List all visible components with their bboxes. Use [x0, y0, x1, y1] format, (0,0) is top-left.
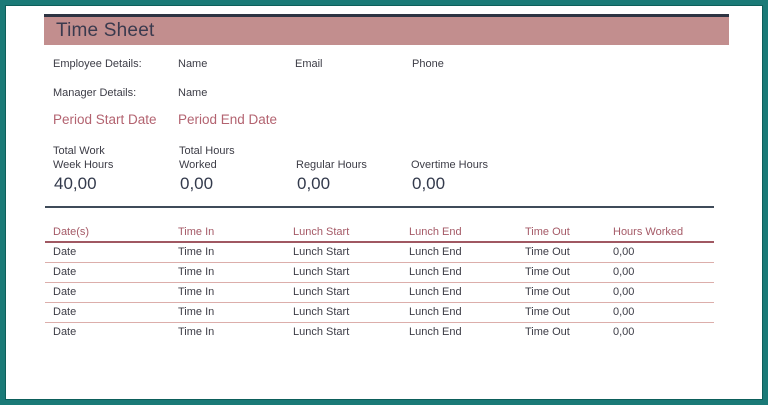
col-header-hours-worked: Hours Worked [613, 226, 684, 238]
total-hours-worked-value[interactable]: 0,00 [180, 174, 213, 194]
employee-name-field[interactable]: Name [178, 58, 207, 70]
time-in-cell[interactable]: Time In [178, 243, 214, 262]
total-work-label-line2: Week Hours [53, 159, 114, 171]
hours-worked-cell[interactable]: 0,00 [613, 303, 634, 322]
col-header-time-out: Time Out [525, 226, 570, 238]
table-row: Date Time In Lunch Start Lunch End Time … [45, 323, 714, 342]
time-out-cell[interactable]: Time Out [525, 303, 570, 322]
date-cell[interactable]: Date [53, 243, 76, 262]
time-out-cell[interactable]: Time Out [525, 323, 570, 342]
col-header-lunch-end: Lunch End [409, 226, 462, 238]
overtime-hours-value[interactable]: 0,00 [412, 174, 445, 194]
table-row: Date Time In Lunch Start Lunch End Time … [45, 303, 714, 323]
period-end-date-field[interactable]: Period End Date [178, 112, 277, 127]
title-band: Time Sheet [44, 14, 729, 45]
regular-hours-value[interactable]: 0,00 [297, 174, 330, 194]
overtime-hours-label: Overtime Hours [411, 159, 489, 171]
hours-worked-cell[interactable]: 0,00 [613, 323, 634, 342]
regular-hours-label: Regular Hours [296, 159, 367, 171]
hours-worked-cell[interactable]: 0,00 [613, 243, 634, 262]
date-cell[interactable]: Date [53, 283, 76, 302]
time-in-cell[interactable]: Time In [178, 303, 214, 322]
lunch-end-cell[interactable]: Lunch End [409, 283, 462, 302]
date-cell[interactable]: Date [53, 323, 76, 342]
date-cell[interactable]: Date [53, 303, 76, 322]
manager-name-field[interactable]: Name [178, 87, 207, 99]
hours-worked-cell[interactable]: 0,00 [613, 283, 634, 302]
lunch-end-cell[interactable]: Lunch End [409, 303, 462, 322]
lunch-end-cell[interactable]: Lunch End [409, 323, 462, 342]
total-hours-label-line2: Worked [179, 159, 217, 171]
time-out-cell[interactable]: Time Out [525, 283, 570, 302]
totals-divider [45, 206, 714, 208]
lunch-start-cell[interactable]: Lunch Start [293, 303, 349, 322]
table-header-row: Date(s) Time In Lunch Start Lunch End Ti… [45, 226, 714, 243]
total-hours-label-line1: Total Hours [179, 145, 235, 157]
lunch-start-cell[interactable]: Lunch Start [293, 243, 349, 262]
employee-phone-field[interactable]: Phone [412, 58, 444, 70]
timesheet-page: Time Sheet Employee Details: Name Email … [0, 0, 768, 405]
total-work-week-hours-value[interactable]: 40,00 [54, 174, 97, 194]
col-header-dates: Date(s) [53, 226, 90, 238]
col-header-time-in: Time In [178, 226, 215, 238]
table-row: Date Time In Lunch Start Lunch End Time … [45, 283, 714, 303]
hours-worked-cell[interactable]: 0,00 [613, 263, 634, 282]
time-out-cell[interactable]: Time Out [525, 263, 570, 282]
total-work-label-line1: Total Work [53, 145, 105, 157]
lunch-start-cell[interactable]: Lunch Start [293, 283, 349, 302]
time-out-cell[interactable]: Time Out [525, 243, 570, 262]
time-in-cell[interactable]: Time In [178, 283, 214, 302]
time-in-cell[interactable]: Time In [178, 263, 214, 282]
lunch-end-cell[interactable]: Lunch End [409, 263, 462, 282]
table-body: Date Time In Lunch Start Lunch End Time … [45, 243, 714, 342]
period-start-date-field[interactable]: Period Start Date [53, 112, 157, 127]
table-row: Date Time In Lunch Start Lunch End Time … [45, 263, 714, 283]
lunch-end-cell[interactable]: Lunch End [409, 243, 462, 262]
page-title: Time Sheet [56, 20, 155, 41]
col-header-lunch-start: Lunch Start [293, 226, 350, 238]
employee-details-label: Employee Details: [53, 58, 142, 70]
manager-details-label: Manager Details: [53, 87, 137, 99]
lunch-start-cell[interactable]: Lunch Start [293, 323, 349, 342]
lunch-start-cell[interactable]: Lunch Start [293, 263, 349, 282]
date-cell[interactable]: Date [53, 263, 76, 282]
time-in-cell[interactable]: Time In [178, 323, 214, 342]
table-row: Date Time In Lunch Start Lunch End Time … [45, 243, 714, 263]
employee-email-field[interactable]: Email [295, 58, 323, 70]
